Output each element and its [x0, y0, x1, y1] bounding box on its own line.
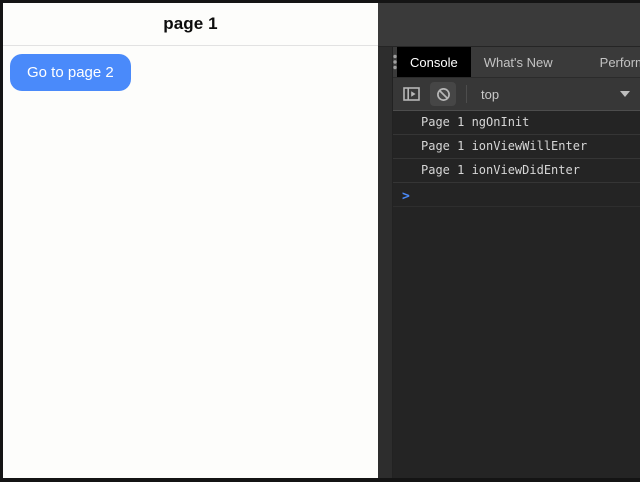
tab-whats-new[interactable]: What's New — [471, 47, 566, 77]
tab-console[interactable]: Console — [397, 47, 471, 77]
context-selector-label: top — [481, 87, 499, 102]
console-log-row[interactable]: Page 1 ionViewWillEnter — [393, 135, 640, 159]
console-log-row[interactable]: Page 1 ionViewDidEnter — [393, 159, 640, 183]
clear-console-icon — [436, 87, 451, 102]
console-log-row[interactable]: Page 1 ngOnInit — [393, 111, 640, 135]
console-message-area[interactable]: Page 1 ngOnInit Page 1 ionViewWillEnter … — [393, 111, 640, 478]
app-content: Go to page 2 — [3, 46, 378, 91]
devtools-top-strip — [378, 3, 640, 47]
screenshot-root: page 1 Go to page 2 Console What's New — [0, 0, 640, 482]
show-console-sidebar-button[interactable] — [399, 82, 423, 106]
toolbar-separator — [466, 85, 467, 103]
app-header: page 1 — [3, 3, 378, 46]
app-viewport: page 1 Go to page 2 — [3, 3, 378, 478]
tab-console-label: Console — [410, 55, 458, 70]
console-log-text: Page 1 ionViewWillEnter — [421, 139, 587, 153]
go-to-page-2-button[interactable]: Go to page 2 — [10, 54, 131, 91]
console-log-text: Page 1 ngOnInit — [421, 115, 529, 129]
show-console-sidebar-icon — [403, 87, 420, 101]
console-log-text: Page 1 ionViewDidEnter — [421, 163, 580, 177]
browser-scrollbar-gutter[interactable] — [378, 46, 392, 478]
devtools-tabbar: Console What's New Performance monitor — [393, 47, 640, 77]
page-title: page 1 — [163, 14, 217, 34]
devtools-panel: Console What's New Performance monitor — [392, 47, 640, 478]
console-toolbar: top — [393, 77, 640, 111]
javascript-context-selector[interactable]: top — [476, 87, 635, 102]
console-prompt[interactable]: > — [393, 183, 640, 207]
tab-performance-monitor[interactable]: Performance monitor — [566, 47, 640, 77]
console-prompt-chevron-icon: > — [402, 189, 410, 204]
tab-whats-new-label: What's New — [484, 55, 553, 70]
tab-performance-monitor-label: Performance monitor — [600, 55, 640, 70]
clear-console-button[interactable] — [430, 82, 456, 106]
dropdown-arrow-icon — [620, 91, 630, 97]
